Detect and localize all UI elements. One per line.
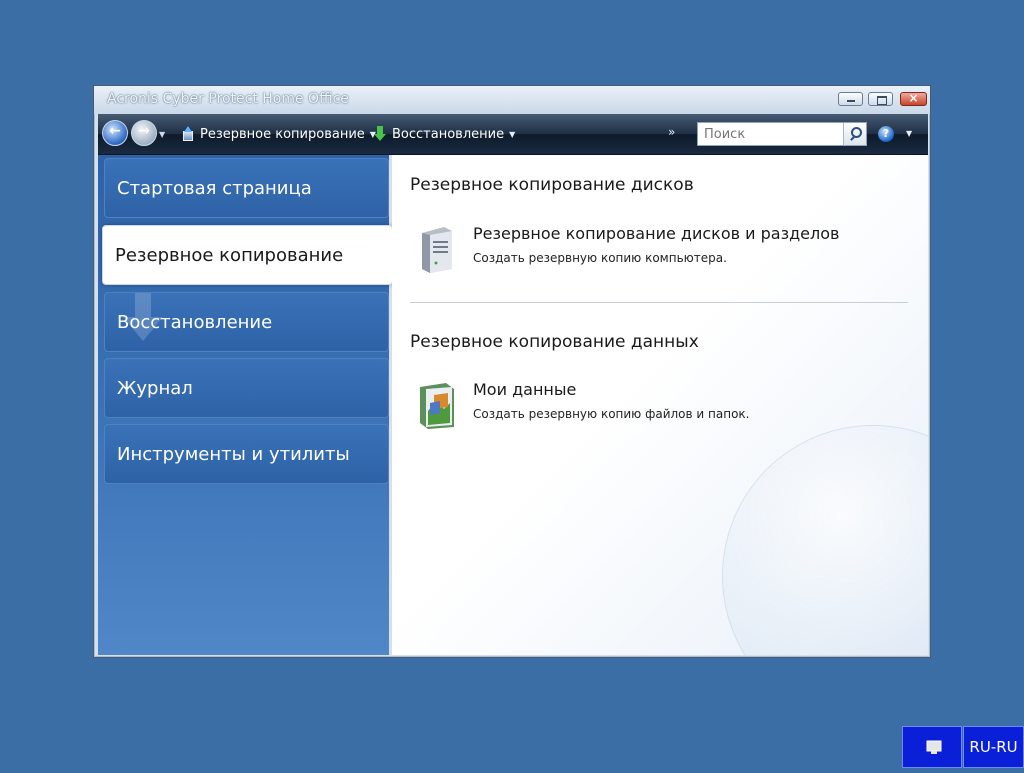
backup-menu-label: Резервное копирование bbox=[200, 126, 365, 142]
task-my-data[interactable]: Мои данные Создать резервную копию файло… bbox=[410, 377, 910, 437]
help-icon[interactable]: ? bbox=[878, 126, 894, 142]
close-icon: × bbox=[908, 91, 919, 105]
app-window: Acronis Cyber Protect Home Office × ← → … bbox=[93, 85, 931, 658]
back-arrow-icon: ← bbox=[109, 123, 121, 139]
my-data-icon bbox=[420, 383, 454, 429]
section-divider bbox=[410, 302, 908, 303]
restore-icon bbox=[373, 126, 387, 142]
monitor-icon bbox=[926, 740, 942, 754]
more-commands-button[interactable]: » bbox=[668, 125, 675, 139]
task-title: Резервное копирование дисков и разделов bbox=[473, 224, 840, 243]
task-description: Создать резервную копию компьютера. bbox=[473, 251, 727, 265]
sidebar-item-restore[interactable]: Восстановление bbox=[104, 292, 389, 352]
sidebar-item-label: Инструменты и утилиты bbox=[117, 443, 350, 465]
search-input[interactable] bbox=[698, 123, 855, 145]
chevron-down-icon: ▼ bbox=[509, 129, 516, 139]
sidebar-item-log[interactable]: Журнал bbox=[104, 358, 389, 418]
task-disk-backup[interactable]: Резервное копирование дисков и разделов … bbox=[410, 221, 910, 281]
forward-button[interactable]: → bbox=[131, 120, 157, 146]
server-icon bbox=[422, 227, 452, 273]
sidebar-item-label: Восстановление bbox=[117, 311, 273, 333]
title-bar[interactable]: Acronis Cyber Protect Home Office × bbox=[94, 86, 930, 114]
section-title-data-backup: Резервное копирование данных bbox=[410, 332, 699, 352]
language-indicator[interactable]: RU-RU bbox=[963, 726, 1024, 768]
search-icon[interactable] bbox=[843, 123, 866, 145]
forward-arrow-icon: → bbox=[138, 123, 150, 139]
sidebar-item-backup[interactable]: Резервное копирование bbox=[102, 225, 393, 285]
history-dropdown-icon[interactable]: ▼ bbox=[159, 130, 165, 139]
close-button[interactable]: × bbox=[900, 91, 927, 106]
section-title-disk-backup: Резервное копирование дисков bbox=[410, 175, 694, 195]
help-dropdown-icon[interactable]: ▼ bbox=[906, 129, 912, 138]
maximize-button[interactable] bbox=[868, 92, 893, 106]
restore-menu-label: Восстановление bbox=[392, 126, 505, 142]
search-box bbox=[697, 122, 867, 146]
restore-menu-button[interactable]: Восстановление ▼ bbox=[373, 124, 515, 144]
minimize-icon bbox=[847, 100, 855, 102]
sidebar-item-label: Стартовая страница bbox=[117, 177, 312, 199]
minimize-button[interactable] bbox=[838, 92, 863, 106]
task-description: Создать резервную копию файлов и папок. bbox=[473, 407, 750, 421]
back-button[interactable]: ← bbox=[102, 120, 128, 146]
backup-icon bbox=[181, 126, 195, 142]
sidebar-item-home[interactable]: Стартовая страница bbox=[104, 158, 389, 218]
sidebar-item-label: Резервное копирование bbox=[115, 244, 344, 266]
task-title: Мои данные bbox=[473, 380, 577, 399]
window-title: Acronis Cyber Protect Home Office bbox=[107, 91, 349, 107]
main-content: Резервное копирование дисков Резервное к… bbox=[392, 155, 928, 655]
background-decoration bbox=[722, 425, 928, 655]
sidebar: Стартовая страница Резервное копирование… bbox=[98, 155, 393, 655]
backup-menu-button[interactable]: Резервное копирование ▼ bbox=[181, 124, 376, 144]
sidebar-item-label: Журнал bbox=[117, 377, 193, 399]
sidebar-item-tools[interactable]: Инструменты и утилиты bbox=[104, 424, 389, 484]
toolbar: ← → ▼ Резервное копирование ▼ Восстановл… bbox=[98, 114, 928, 155]
tray-monitor-icon[interactable] bbox=[902, 726, 962, 768]
maximize-icon bbox=[877, 96, 887, 105]
